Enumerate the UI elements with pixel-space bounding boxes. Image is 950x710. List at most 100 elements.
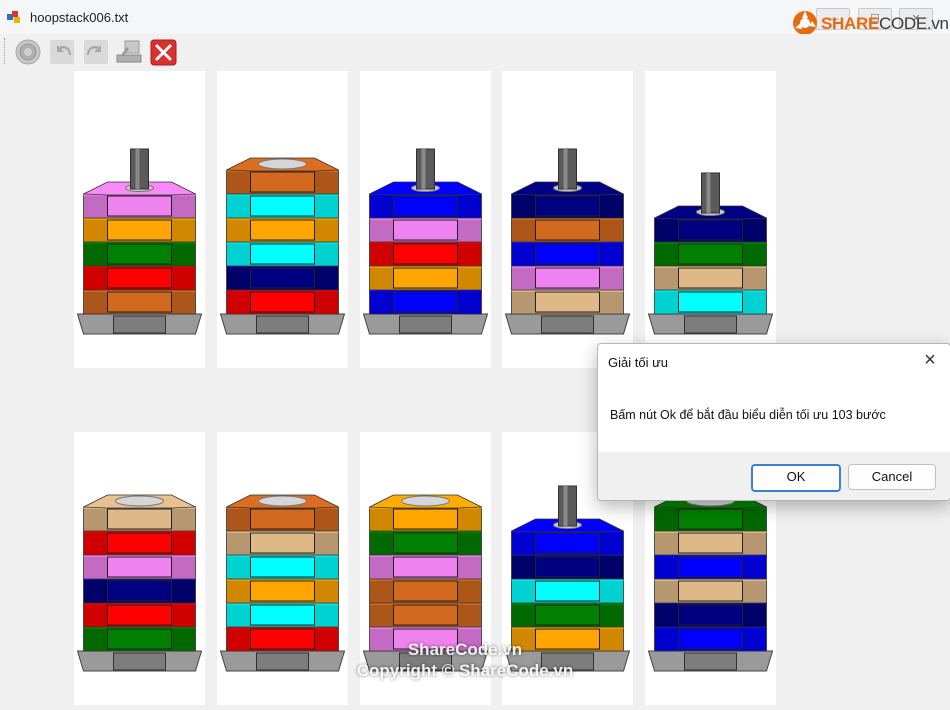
hoop-brown [369, 602, 482, 628]
hoop-green [511, 602, 624, 628]
hoop-navy [654, 217, 767, 243]
hoop-tan [226, 530, 339, 556]
toolbar [0, 34, 950, 70]
hoop-top-face [369, 494, 482, 509]
sharecode-logo-icon [793, 11, 817, 35]
stack-base [504, 313, 631, 335]
stack-1[interactable] [74, 71, 205, 368]
logo-text-orange: SHARE [821, 14, 880, 33]
hoop-orange [83, 217, 196, 243]
watermark-line-1: ShareCode.vn [407, 640, 523, 659]
hoop-pink [369, 217, 482, 243]
watermark: ShareCode.vn Copyright © ShareCode.vn [300, 640, 630, 681]
stack-base [362, 313, 489, 335]
hoop-brown [83, 289, 196, 315]
stack-panel[interactable] [74, 71, 205, 368]
hoop-navy [83, 578, 196, 604]
logo-text-dark: CODE.vn [879, 14, 949, 33]
hoop-navy [226, 265, 339, 291]
hoop-green [654, 241, 767, 267]
dialog-title: Giải tối ưu [608, 355, 669, 370]
hoop-top-face [226, 157, 339, 172]
app-icon [7, 11, 20, 23]
hoop-cyan [226, 602, 339, 628]
hoop-pink [511, 265, 624, 291]
sharecode-logo: SHARECODE.vn [821, 14, 949, 34]
stack-base [76, 313, 203, 335]
hoop-blue [654, 554, 767, 580]
close-game-button[interactable] [148, 37, 178, 67]
hoop-tan [654, 265, 767, 291]
hoop-navy [511, 193, 624, 219]
hoop-orange [369, 265, 482, 291]
stack-6[interactable] [74, 432, 205, 705]
stack-button[interactable] [114, 37, 144, 67]
hoop-navy [654, 602, 767, 628]
stack-panel[interactable] [360, 71, 491, 368]
hoop-cyan [511, 578, 624, 604]
target-button[interactable] [13, 37, 43, 67]
stack-base [647, 313, 774, 335]
hoop-blue [369, 193, 482, 219]
hoop-green [369, 530, 482, 556]
hoop-green [654, 506, 767, 532]
hoop-red [369, 241, 482, 267]
hoop-cyan [226, 193, 339, 219]
hoop-brown [511, 217, 624, 243]
hoop-pink [83, 193, 196, 219]
hoop-orange [226, 578, 339, 604]
watermark-line-2: Copyright © ShareCode.vn [356, 661, 574, 680]
stack-panel[interactable] [502, 71, 633, 368]
stack-4[interactable] [502, 71, 633, 368]
hoop-blue [654, 626, 767, 652]
ok-button[interactable]: OK [751, 464, 841, 492]
hoop-green [83, 241, 196, 267]
hoop-orange [226, 217, 339, 243]
hoop-cyan [226, 241, 339, 267]
hoop-tan [654, 578, 767, 604]
stack-2[interactable] [217, 71, 348, 368]
hoop-brown [226, 169, 339, 195]
hoop-pink [83, 554, 196, 580]
hoop-blue [511, 241, 624, 267]
stack-base [219, 313, 346, 335]
dialog-footer: OK Cancel [598, 452, 950, 500]
hoop-brown [226, 506, 339, 532]
stack-icon [116, 40, 142, 63]
hoop-red [83, 602, 196, 628]
stack-3[interactable] [360, 71, 491, 368]
stack-5[interactable] [645, 71, 776, 368]
dialog-message: Bấm nút Ok để bắt đầu biểu diễn tối ưu 1… [610, 408, 886, 422]
hoop-cyan [654, 289, 767, 315]
hoop-blue [369, 289, 482, 315]
hoop-orange [369, 506, 482, 532]
stack-panel[interactable] [74, 432, 205, 705]
hoop-top-face [83, 494, 196, 509]
window-title: hoopstack006.txt [30, 10, 129, 25]
dialog-close-icon[interactable]: × [920, 350, 940, 370]
title-bar: hoopstack006.txt — ☐ ✕ SHARECODE.vn [0, 0, 950, 35]
redo-button[interactable] [81, 37, 111, 67]
stack-panel[interactable] [645, 71, 776, 368]
undo-icon [50, 40, 74, 64]
hoop-red [83, 265, 196, 291]
toolbar-grip[interactable] [4, 38, 8, 64]
hoop-tan [511, 289, 624, 315]
message-dialog: Giải tối ưu × Bấm nút Ok để bắt đầu biểu… [597, 343, 950, 501]
undo-button[interactable] [47, 37, 77, 67]
redo-icon [84, 40, 108, 64]
hoop-brown [369, 578, 482, 604]
cancel-button[interactable]: Cancel [848, 464, 936, 490]
stack-panel[interactable] [217, 71, 348, 368]
target-icon [15, 39, 41, 65]
close-red-icon [150, 39, 176, 65]
hoop-green [83, 626, 196, 652]
stack-base [76, 650, 203, 672]
hoop-navy [511, 554, 624, 580]
hoop-tan [654, 530, 767, 556]
hoop-tan [83, 506, 196, 532]
hoop-red [83, 530, 196, 556]
hoop-red [226, 289, 339, 315]
stack-base [647, 650, 774, 672]
hoop-cyan [226, 554, 339, 580]
